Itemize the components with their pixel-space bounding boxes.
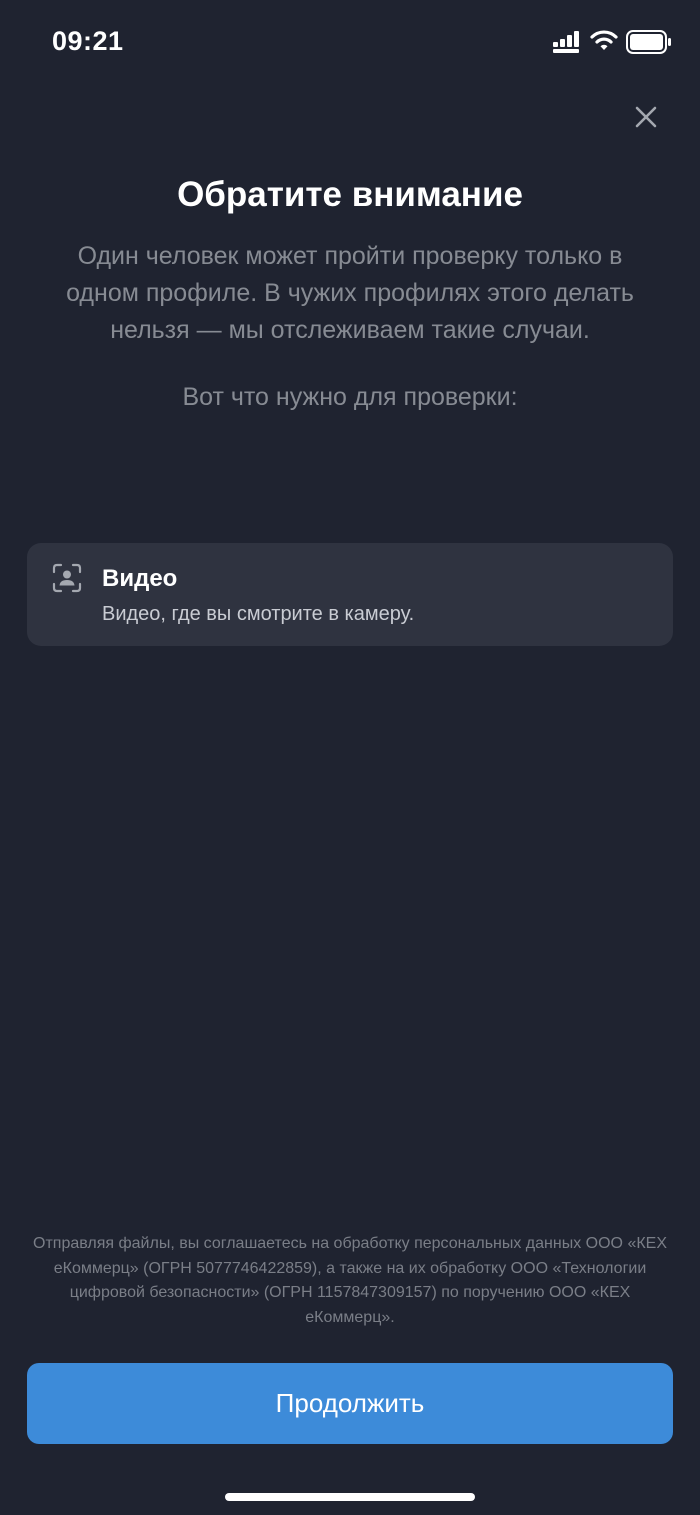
battery-icon	[626, 30, 671, 54]
home-indicator	[225, 1493, 475, 1501]
face-scan-icon	[52, 563, 82, 593]
requirements-subtitle: Вот что нужно для проверки:	[182, 383, 518, 411]
status-time: 09:21	[52, 26, 124, 56]
requirement-description: Видео, где вы смотрите в камеру.	[102, 603, 415, 625]
requirement-card-video: Видео Видео, где вы смотрите в камеру.	[27, 543, 673, 646]
requirement-title: Видео	[102, 565, 178, 592]
wifi-icon	[590, 30, 618, 50]
status-bar: 09:21	[0, 0, 700, 84]
cellular-signal-icon	[553, 31, 579, 53]
close-button[interactable]	[626, 97, 666, 137]
page-title: Обратите внимание	[177, 175, 523, 214]
page-description: Один человек может пройти проверку тольк…	[66, 242, 634, 344]
legal-consent-text: Отправляя файлы, вы соглашаетесь на обра…	[33, 1235, 667, 1326]
close-icon	[635, 106, 657, 128]
continue-button[interactable]: Продолжить	[27, 1363, 673, 1444]
